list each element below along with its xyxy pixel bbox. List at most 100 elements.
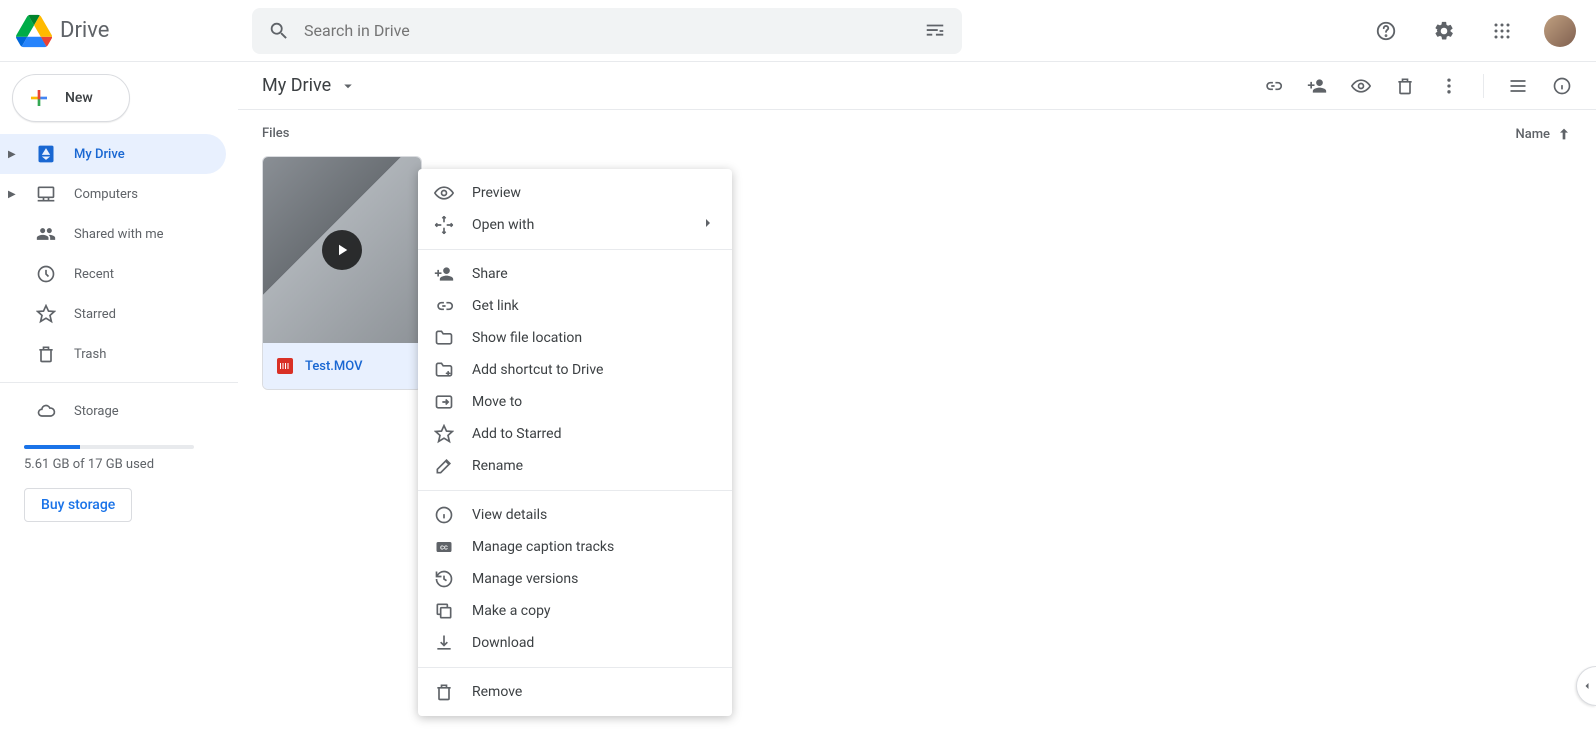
menu-item-share[interactable]: Share — [418, 258, 732, 290]
shared-icon — [36, 224, 56, 244]
sidebar-item-computers[interactable]: ▶ Computers — [0, 174, 226, 214]
menu-item-label: Preview — [472, 185, 521, 201]
cc-icon: CC — [434, 537, 454, 557]
section-header: Files Name — [262, 126, 1572, 142]
menu-item-download[interactable]: Download — [418, 627, 732, 659]
remove-button[interactable] — [1395, 76, 1415, 96]
link-icon — [434, 296, 454, 316]
more-vert-icon — [1439, 76, 1459, 96]
chevron-left-icon — [1581, 680, 1593, 692]
sidebar-item-shared-with-me[interactable]: Shared with me — [0, 214, 226, 254]
menu-item-get-link[interactable]: Get link — [418, 290, 732, 322]
share-button[interactable] — [1307, 76, 1327, 96]
menu-item-add-to-starred[interactable]: Add to Starred — [418, 418, 732, 450]
buy-storage-label: Buy storage — [41, 497, 115, 513]
menu-item-remove[interactable]: Remove — [418, 676, 732, 708]
info-icon — [1552, 76, 1572, 96]
menu-item-label: Manage caption tracks — [472, 539, 614, 555]
buy-storage-button[interactable]: Buy storage — [24, 488, 132, 522]
topbar: My Drive — [238, 62, 1596, 110]
new-button[interactable]: New — [12, 74, 130, 122]
person-add-icon — [434, 264, 454, 284]
settings-button[interactable] — [1424, 11, 1464, 51]
more-actions-button[interactable] — [1439, 76, 1459, 96]
sidebar-item-starred[interactable]: Starred — [0, 294, 226, 334]
plus-icon — [27, 86, 51, 110]
svg-text:CC: CC — [440, 546, 448, 552]
sidebar-item-my-drive[interactable]: ▶ My Drive — [0, 134, 226, 174]
sidebar-item-storage[interactable]: Storage — [0, 391, 226, 431]
cloud-icon — [36, 401, 56, 421]
menu-item-rename[interactable]: Rename — [418, 450, 732, 482]
menu-item-manage-caption-tracks[interactable]: CC Manage caption tracks — [418, 531, 732, 563]
star-icon — [36, 304, 56, 324]
search-icon — [268, 20, 290, 42]
account-button[interactable] — [1540, 11, 1580, 51]
menu-item-label: Get link — [472, 298, 519, 314]
breadcrumb[interactable]: My Drive — [262, 75, 357, 96]
view-details-button[interactable] — [1552, 76, 1572, 96]
sidebar-item-label: Trash — [74, 347, 106, 362]
search-bar[interactable] — [252, 8, 962, 54]
person-add-icon — [1307, 76, 1327, 96]
menu-item-view-details[interactable]: View details — [418, 499, 732, 531]
menu-item-add-shortcut-to-drive[interactable]: Add shortcut to Drive — [418, 354, 732, 386]
header-icons — [1366, 11, 1580, 51]
preview-button[interactable] — [1351, 76, 1371, 96]
app-header: Drive — [0, 0, 1596, 62]
search-options-icon[interactable] — [924, 20, 946, 42]
apps-button[interactable] — [1482, 11, 1522, 51]
history-icon — [434, 569, 454, 589]
move-icon — [434, 392, 454, 412]
download-icon — [434, 633, 454, 653]
rename-icon — [434, 456, 454, 476]
copy-icon — [434, 601, 454, 621]
sidebar-item-recent[interactable]: Recent — [0, 254, 226, 294]
menu-item-show-file-location[interactable]: Show file location — [418, 322, 732, 354]
chevron-right-icon — [700, 215, 716, 235]
sidebar-item-trash[interactable]: Trash — [0, 334, 226, 374]
play-icon — [333, 241, 351, 259]
get-link-button[interactable] — [1263, 76, 1283, 96]
menu-item-label: Move to — [472, 394, 522, 410]
video-file-icon — [277, 358, 293, 374]
recent-icon — [36, 264, 56, 284]
menu-separator — [418, 490, 732, 491]
play-overlay — [322, 230, 362, 270]
menu-item-label: Add shortcut to Drive — [472, 362, 603, 378]
trash-icon — [1395, 76, 1415, 96]
menu-item-label: Share — [472, 266, 508, 282]
drive-logo[interactable]: Drive — [16, 13, 252, 49]
computers-icon — [36, 184, 56, 204]
storage-bar-fill — [24, 445, 80, 449]
chevron-down-icon — [339, 77, 357, 95]
file-label-row: Test.MOV — [263, 343, 421, 389]
new-button-label: New — [65, 90, 93, 106]
menu-item-open-with[interactable]: Open with — [418, 209, 732, 241]
file-tile[interactable]: Test.MOV — [262, 156, 422, 390]
storage-used-text: 5.61 GB of 17 GB used — [24, 457, 214, 472]
eye-icon — [1351, 76, 1371, 96]
product-name: Drive — [60, 18, 109, 43]
apps-icon — [1493, 22, 1511, 40]
breadcrumb-label: My Drive — [262, 75, 331, 96]
menu-item-move-to[interactable]: Move to — [418, 386, 732, 418]
list-view-button[interactable] — [1508, 76, 1528, 96]
menu-item-preview[interactable]: Preview — [418, 177, 732, 209]
sort-by-name[interactable]: Name — [1515, 126, 1572, 142]
sidebar: New ▶ My Drive ▶ Computers Shared with m… — [0, 62, 238, 754]
menu-item-label: Make a copy — [472, 603, 551, 619]
trash-icon — [434, 682, 454, 702]
files-label: Files — [262, 126, 289, 142]
menu-item-make-a-copy[interactable]: Make a copy — [418, 595, 732, 627]
support-button[interactable] — [1366, 11, 1406, 51]
menu-item-label: View details — [472, 507, 547, 523]
sidebar-item-label: Recent — [74, 267, 114, 282]
separator — [1483, 74, 1484, 98]
search-input[interactable] — [304, 21, 910, 40]
chevron-right-icon: ▶ — [8, 189, 18, 200]
link-icon — [1263, 76, 1283, 96]
menu-item-manage-versions[interactable]: Manage versions — [418, 563, 732, 595]
chevron-right-icon: ▶ — [8, 149, 18, 160]
sidebar-item-label: Starred — [74, 307, 116, 322]
